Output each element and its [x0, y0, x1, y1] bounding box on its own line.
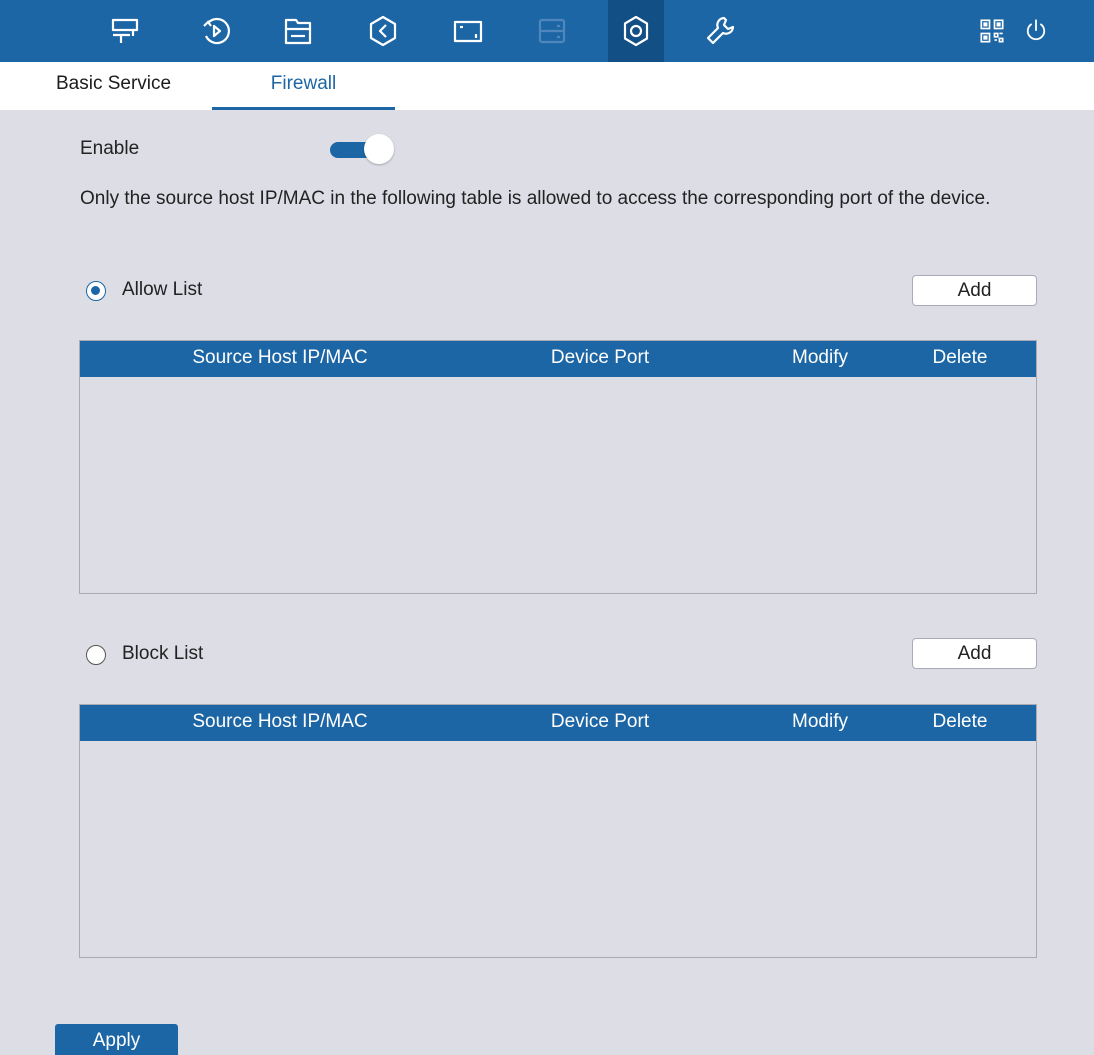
table-body	[80, 377, 1036, 593]
tab-firewall[interactable]: Firewall	[212, 62, 395, 110]
column-header-modify: Modify	[792, 711, 848, 732]
tab-basic-service[interactable]: Basic Service	[40, 62, 200, 110]
toggle-knob	[364, 134, 394, 164]
table-header: Source Host IP/MAC Device Port Modify De…	[80, 341, 1036, 377]
settings-icon[interactable]	[608, 0, 664, 62]
sub-tab-bar: Basic Service Firewall	[0, 62, 1094, 110]
maintenance-icon[interactable]	[692, 0, 748, 62]
enable-label: Enable	[80, 138, 140, 159]
live-view-icon[interactable]	[98, 0, 154, 62]
allow-list-label: Allow List	[122, 279, 203, 300]
block-list-radio[interactable]	[86, 645, 106, 665]
block-list-add-button[interactable]: Add	[912, 638, 1037, 669]
column-header-modify: Modify	[792, 347, 848, 368]
qr-code-icon[interactable]	[972, 0, 1012, 62]
column-header-source: Source Host IP/MAC	[192, 347, 368, 368]
power-icon[interactable]	[1016, 0, 1056, 62]
column-header-device-port: Device Port	[550, 711, 650, 732]
table-body	[80, 741, 1036, 957]
column-header-source: Source Host IP/MAC	[192, 711, 368, 732]
column-header-delete: Delete	[932, 711, 988, 732]
column-header-device-port: Device Port	[550, 347, 650, 368]
top-nav-bar	[0, 0, 1094, 62]
block-list-table: Source Host IP/MAC Device Port Modify De…	[79, 704, 1037, 958]
camera-icon[interactable]	[440, 0, 496, 62]
table-header: Source Host IP/MAC Device Port Modify De…	[80, 705, 1036, 741]
allow-list-table: Source Host IP/MAC Device Port Modify De…	[79, 340, 1037, 594]
smart-icon[interactable]	[355, 0, 411, 62]
playback-icon[interactable]	[188, 0, 244, 62]
storage-icon[interactable]	[524, 0, 580, 62]
allow-list-radio[interactable]	[86, 281, 106, 301]
block-list-label: Block List	[122, 643, 204, 664]
file-management-icon[interactable]	[270, 0, 326, 62]
allow-list-add-button[interactable]: Add	[912, 275, 1037, 306]
column-header-delete: Delete	[932, 347, 988, 368]
apply-button[interactable]: Apply	[55, 1024, 178, 1055]
firewall-description: Only the source host IP/MAC in the follo…	[80, 188, 991, 209]
enable-toggle[interactable]	[330, 134, 394, 166]
